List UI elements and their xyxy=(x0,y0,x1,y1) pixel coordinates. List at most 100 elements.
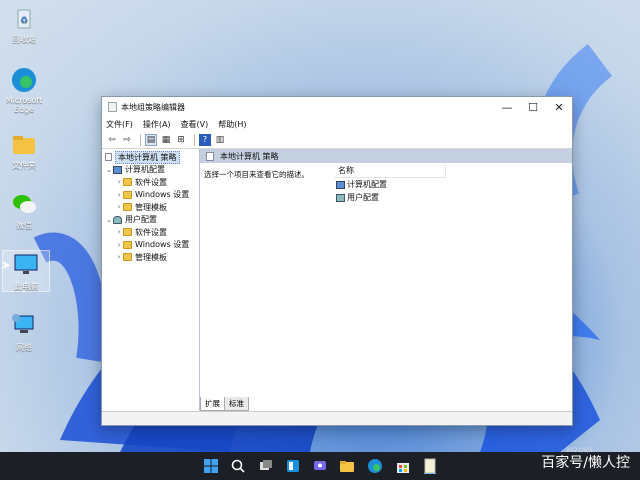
forward-arrow-icon[interactable]: ⇨ xyxy=(121,134,133,146)
monitor-icon xyxy=(12,251,40,279)
desktop-icon-folder[interactable]: 文件夹 xyxy=(0,130,48,171)
folder-icon xyxy=(123,240,132,249)
chat-icon[interactable] xyxy=(312,458,328,474)
policy-doc-icon xyxy=(105,153,112,162)
minimize-button[interactable]: — xyxy=(494,97,520,117)
status-bar xyxy=(102,411,572,425)
window-title: 本地组策略编辑器 xyxy=(121,102,185,112)
details-header-title: 本地计算机 策略 xyxy=(220,151,279,161)
tree-item-label: Windows 设置 xyxy=(135,190,190,200)
tab-standard[interactable]: 标准 xyxy=(224,397,249,411)
tree-item-computer-config[interactable]: ⌄ 计算机配置 xyxy=(102,164,199,177)
svg-text:♻: ♻ xyxy=(20,16,28,26)
folder-icon xyxy=(123,253,132,262)
tree-item-user-config[interactable]: ⌄ 用户配置 xyxy=(102,214,199,227)
details-header: 本地计算机 策略 xyxy=(200,149,572,163)
widgets-icon[interactable] xyxy=(285,458,301,474)
store-icon[interactable] xyxy=(395,458,411,474)
properties-icon[interactable]: ▦ xyxy=(160,134,172,146)
desktop-icon-wechat[interactable]: 微信 xyxy=(0,190,48,231)
title-bar[interactable]: 本地组策略编辑器 — ☐ ✕ xyxy=(102,97,572,117)
desktop-icon-label: 回收站 xyxy=(12,35,36,44)
toolbar-divider xyxy=(140,133,141,146)
details-pane: 本地计算机 策略 选择一个项目来查看它的描述。 名称 计算机配置 用户配置 扩展… xyxy=(200,149,572,425)
user-icon xyxy=(113,215,122,224)
chevron-down-icon[interactable]: ⌄ xyxy=(105,166,113,174)
file-explorer-icon[interactable] xyxy=(339,458,355,474)
desktop-icon-network[interactable]: 网络 xyxy=(0,312,48,353)
toolbar-divider xyxy=(194,133,195,146)
policy-doc-icon xyxy=(206,151,214,161)
folder-icon xyxy=(123,178,132,187)
help-icon[interactable]: ? xyxy=(199,133,211,146)
menu-action[interactable]: 操作(A) xyxy=(143,119,171,130)
chevron-down-icon[interactable]: ⌄ xyxy=(105,216,113,224)
network-icon xyxy=(10,312,38,340)
back-arrow-icon[interactable]: ⇦ xyxy=(106,134,118,146)
mouse-cursor-icon: ➤ xyxy=(1,258,12,272)
tree-item-label: Windows 设置 xyxy=(135,240,190,250)
close-button[interactable]: ✕ xyxy=(546,97,572,117)
chevron-right-icon[interactable]: › xyxy=(115,241,123,249)
wechat-icon xyxy=(10,190,38,218)
chevron-right-icon[interactable]: › xyxy=(115,178,123,186)
computer-icon xyxy=(336,180,345,189)
folder-icon xyxy=(123,228,132,237)
tree-item-label: 软件设置 xyxy=(135,227,167,237)
maximize-button[interactable]: ☐ xyxy=(520,97,546,117)
desktop-icon-label: Microsoft Edge xyxy=(5,96,43,114)
chevron-right-icon[interactable]: › xyxy=(115,228,123,236)
desktop-icon-label: 此电脑 xyxy=(14,282,38,291)
tree-item-computer-windows[interactable]: › Windows 设置 xyxy=(102,189,199,202)
chevron-right-icon[interactable]: › xyxy=(115,203,123,211)
view-tabs: 扩展 标准 xyxy=(200,397,249,411)
start-icon[interactable] xyxy=(203,458,219,474)
tree-item-user-templates[interactable]: › 管理模板 xyxy=(102,251,199,264)
computer-icon xyxy=(113,165,122,174)
tree-item-root[interactable]: 本地计算机 策略 xyxy=(102,150,199,164)
menu-help[interactable]: 帮助(H) xyxy=(218,119,246,130)
chevron-right-icon[interactable]: › xyxy=(115,253,123,261)
menu-file[interactable]: 文件(F) xyxy=(106,119,133,130)
tree-item-user-software[interactable]: › 软件设置 xyxy=(102,226,199,239)
desktop-icon-label: 微信 xyxy=(16,221,32,230)
list-item[interactable]: 计算机配置 xyxy=(334,178,444,191)
toolbar: ⇦ ⇨ ▤ ▦ ⊞ ? ▥ xyxy=(102,131,572,149)
watermark-date: 2021/9/1 xyxy=(566,447,593,454)
folder-icon xyxy=(123,190,132,199)
main-content: 本地计算机 策略 ⌄ 计算机配置 › 软件设置 › Windows 设置 › 管… xyxy=(102,149,572,425)
watermark-text: 百家号/懒人控 xyxy=(541,455,630,471)
gpedit-taskbar-icon[interactable] xyxy=(422,458,438,474)
list-item[interactable]: 用户配置 xyxy=(334,191,444,204)
desktop-icon-label: 文件夹 xyxy=(12,161,36,170)
tree-item-label: 本地计算机 策略 xyxy=(115,150,180,164)
gpedit-window: 本地组策略编辑器 — ☐ ✕ 文件(F) 操作(A) 查看(V) 帮助(H) ⇦… xyxy=(101,96,573,426)
task-view-icon[interactable] xyxy=(258,458,274,474)
description-text: 选择一个项目来查看它的描述。 xyxy=(204,170,309,179)
desktop-icon-recycle-bin[interactable]: ♻ 回收站 xyxy=(0,4,48,45)
tree-item-label: 软件设置 xyxy=(135,177,167,187)
tree-item-computer-software[interactable]: › 软件设置 xyxy=(102,176,199,189)
tree-item-user-windows[interactable]: › Windows 设置 xyxy=(102,239,199,252)
tree-item-computer-templates[interactable]: › 管理模板 xyxy=(102,201,199,214)
tree-item-label: 计算机配置 xyxy=(125,165,165,175)
desktop-icon-edge[interactable]: Microsoft Edge xyxy=(0,66,48,114)
user-icon xyxy=(336,193,345,202)
edge-browser-icon[interactable] xyxy=(367,458,383,474)
search-icon[interactable] xyxy=(230,458,246,474)
show-hide-tree-icon[interactable]: ▤ xyxy=(145,133,157,146)
menu-view[interactable]: 查看(V) xyxy=(181,119,209,130)
mmc-view-icon[interactable]: ▥ xyxy=(214,134,226,146)
recycle-bin-icon: ♻ xyxy=(10,4,38,32)
edge-icon xyxy=(10,66,38,94)
app-icon xyxy=(108,102,117,112)
column-header-name[interactable]: 名称 xyxy=(334,165,446,178)
navigation-tree: 本地计算机 策略 ⌄ 计算机配置 › 软件设置 › Windows 设置 › 管… xyxy=(102,149,200,425)
tree-item-label: 用户配置 xyxy=(125,215,157,225)
chevron-right-icon[interactable]: › xyxy=(115,191,123,199)
list-item-label: 计算机配置 xyxy=(347,180,387,189)
tree-item-label: 管理模板 xyxy=(135,202,167,212)
menu-bar: 文件(F) 操作(A) 查看(V) 帮助(H) xyxy=(102,117,572,131)
tab-extended[interactable]: 扩展 xyxy=(200,397,225,411)
export-list-icon[interactable]: ⊞ xyxy=(175,134,187,146)
